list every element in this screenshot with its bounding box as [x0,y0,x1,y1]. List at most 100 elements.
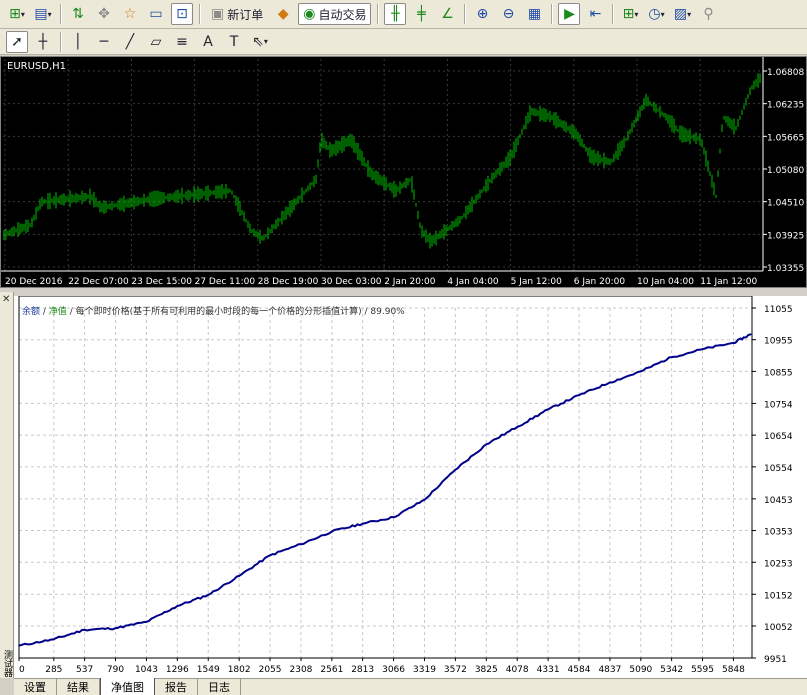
equity-y-label: 10654 [764,432,793,442]
toolbar-separator [377,4,379,24]
crosshair-icon[interactable]: ┼ [32,31,54,53]
price-chart[interactable]: 1.06808 1.06235 1.05665 1.05080 1.04510 1.039… [0,56,807,288]
equity-chart-canvas: 11055 10955 10855 10754 10654 10554 10453 10353… [18,296,793,675]
horizontal-line-icon[interactable]: ─ [93,31,115,53]
data-window-icon[interactable]: ☆ [119,3,141,25]
equity-x-label: 4584 [568,665,591,675]
tab-results[interactable]: 结果 [57,679,100,695]
equity-data-point [18,644,20,647]
time-label: 6 Jan 20:00 [574,277,626,287]
equity-data-point [749,333,752,336]
equity-data-point [238,575,240,577]
equity-x-label: 2308 [290,665,313,675]
equity-x-label: 790 [107,665,124,675]
metaeditor-icon[interactable]: ◆ [272,3,294,25]
new-order-button[interactable]: ▣ 新订单 [206,3,268,25]
candlestick-icon[interactable]: ╪ [410,3,432,25]
line-chart-icon[interactable]: ∠ [436,3,458,25]
legend-balance: 余额 [22,307,41,317]
price-label: 1.03925 [767,231,804,241]
equity-data-point [361,522,364,525]
equity-plot-frame [18,296,753,659]
zoom-out-icon[interactable]: ⊖ [497,3,519,25]
equity-data-point [207,594,210,596]
auto-trading-label: 自动交易 [318,7,367,22]
periods-icon[interactable]: ◷ ▾ [645,3,667,25]
equity-chart: 11055 10955 10855 10754 10654 10554 10453 10353… [14,296,807,678]
objects-toolbar: ➚ ┼ │ ─ ╱ ▱ ≡ A T ⇖ ▾ [0,29,807,55]
equity-y-label: 9951 [764,655,787,665]
equity-y-label: 10152 [764,591,793,601]
market-watch-icon[interactable]: ⇅ [67,3,89,25]
time-label: 11 Jan 12:00 [700,277,757,287]
new-order-icon: ▣ [211,6,225,22]
equity-x-label: 2055 [259,665,282,675]
time-label: 2 Jan 20:00 [384,277,436,287]
toolbar-separator [60,4,61,24]
price-label: 1.03355 [767,264,804,274]
arrows-icon[interactable]: ⇖ ▾ [249,31,271,53]
chart-shift-icon[interactable]: ⇤ [584,3,606,25]
trendline-icon[interactable]: ╱ [119,31,141,53]
indicators-icon[interactable]: ⊞ ▾ [619,3,641,25]
new-order-label: 新订单 [227,7,264,22]
equity-x-label: 1043 [135,665,158,675]
tester-side-label: 测试器 [2,650,12,677]
equity-data-point [145,621,148,623]
legend-description: 每个即时价格(基于所有可利用的最小时段的每一个价格的分形插值计算) [75,307,362,317]
tab-report[interactable]: 报告 [155,679,198,695]
profiles-icon[interactable]: ▤ ▾ [32,3,54,25]
toolbar-separator [551,4,553,24]
time-label: 20 Dec 2016 [5,277,63,287]
tester-tabs: 设置 结果 净值图 报告 日志 [14,678,807,695]
time-label: 4 Jan 04:00 [447,277,499,287]
equity-data-point [300,543,302,545]
close-icon[interactable]: ✕ [2,294,10,305]
equity-x-label: 1802 [228,665,251,675]
chart-symbol-title: EURUSD,H1 [7,61,67,72]
equity-data-point [114,627,117,629]
templates-icon[interactable]: ▨ ▾ [671,3,693,25]
fibonacci-icon[interactable]: ≡ [171,31,193,53]
tab-graph[interactable]: 净值图 [100,678,155,695]
cursor-icon[interactable]: ➚ [6,30,28,53]
text-icon[interactable]: A [197,31,219,53]
equity-y-label: 11055 [764,305,793,315]
price-label: 1.05665 [767,133,804,143]
equity-data-point [331,530,333,533]
autoscroll-icon[interactable]: ▶ [558,3,581,25]
time-label: 5 Jan 12:00 [511,277,563,287]
tester-icon[interactable]: ⊡ [171,3,193,25]
text-label-icon[interactable]: T [223,31,245,53]
auto-trading-icon: ◉ [303,6,316,22]
auto-trading-button[interactable]: ◉ 自动交易 [298,3,372,25]
toolbar-separator [60,31,61,52]
equity-x-label: 5848 [722,665,745,675]
bar-chart-icon[interactable]: ╫ [384,3,407,25]
new-chart-icon[interactable]: ⊞ ▾ [6,3,28,25]
equity-x-label: 0 [19,665,25,675]
legend-equity: 净值 [48,307,67,317]
equity-x-label: 4078 [506,665,529,675]
tab-settings[interactable]: 设置 [14,679,57,695]
equity-data-point [485,443,488,446]
terminal-icon[interactable]: ▭ [145,3,167,25]
tab-journal[interactable]: 日志 [198,679,241,695]
price-chart-canvas[interactable]: 1.06808 1.06235 1.05665 1.05080 1.04510 1.039… [1,57,806,287]
navigator-icon[interactable]: ✥ [93,3,115,25]
equity-y-label: 10353 [764,528,793,538]
price-bars [3,73,761,249]
zoom-in-icon[interactable]: ⊕ [471,3,493,25]
toolbar-separator [464,4,466,24]
equity-x-label: 5342 [660,665,683,675]
equidistant-channel-icon[interactable]: ▱ [145,31,167,53]
equity-x-label: 5090 [629,665,652,675]
equity-data-point [732,342,735,344]
equity-data-point [83,628,86,631]
tile-windows-icon[interactable]: ▦ [523,3,545,25]
equity-data-point [578,394,580,396]
equity-x-label: 3066 [382,665,405,675]
time-label: 10 Jan 04:00 [637,277,694,287]
vertical-line-icon[interactable]: │ [67,31,89,53]
search-icon[interactable]: ⚲ [697,3,719,25]
